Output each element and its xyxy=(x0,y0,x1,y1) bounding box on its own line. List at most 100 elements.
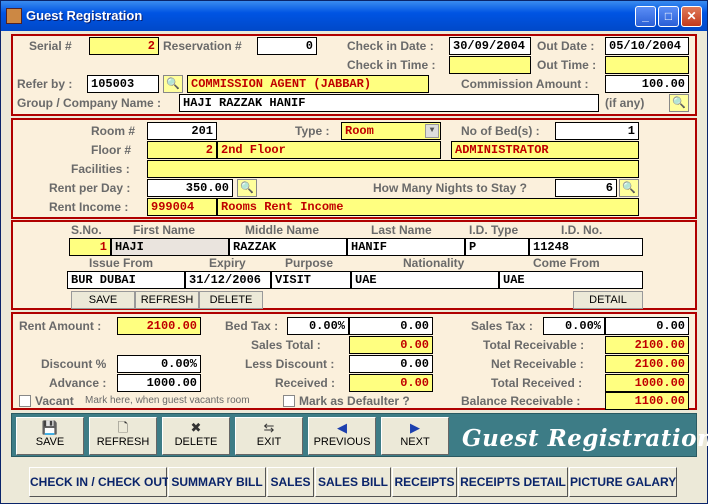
sales-tax-pct-field[interactable]: 0.00% xyxy=(543,317,605,335)
guest-middle-name-field[interactable]: RAZZAK xyxy=(229,238,347,256)
rent-income-name-field[interactable]: Rooms Rent Income xyxy=(217,198,639,216)
guest-purpose-field[interactable]: VISIT xyxy=(271,271,351,289)
serial-field[interactable]: 2 xyxy=(89,37,159,55)
reservation-field[interactable]: 0 xyxy=(257,37,317,55)
next-button-label: NEXT xyxy=(400,436,430,448)
exit-button[interactable]: ⇆ EXIT xyxy=(235,417,303,455)
maximize-button[interactable]: □ xyxy=(658,6,679,27)
header-id-type: I.D. Type xyxy=(469,223,519,237)
guest-details-panel: S.No. First Name Middle Name Last Name I… xyxy=(11,220,697,310)
refer-code-field[interactable]: 105003 xyxy=(87,75,159,93)
floor-name-field[interactable]: 2nd Floor xyxy=(217,141,441,159)
previous-button[interactable]: ◀ PREVIOUS xyxy=(308,417,376,455)
minimize-button[interactable]: _ xyxy=(635,6,656,27)
sales-tax-field[interactable]: 0.00 xyxy=(605,317,689,335)
save-button[interactable]: 💾 SAVE xyxy=(16,417,84,455)
checkin-date-label: Check in Date : xyxy=(347,39,434,53)
rent-income-label: Rent Income : xyxy=(49,200,129,214)
header-purpose: Purpose xyxy=(285,256,334,270)
group-search-icon[interactable]: 🔍 xyxy=(669,94,689,112)
guest-id-no-field[interactable]: 11248 xyxy=(529,238,643,256)
defaulter-checkbox[interactable] xyxy=(283,395,295,407)
refer-name-field[interactable]: COMMISSION AGENT (JABBAR) xyxy=(187,75,429,93)
type-label: Type : xyxy=(295,124,330,138)
tab-receipts-detail[interactable]: RECEIPTS DETAIL xyxy=(458,467,568,497)
floor-admin-field[interactable]: ADMINISTRATOR xyxy=(451,141,639,159)
guest-come-from-field[interactable]: UAE xyxy=(499,271,643,289)
chevron-down-icon[interactable]: ▼ xyxy=(425,124,439,138)
commission-field[interactable]: 100.00 xyxy=(605,75,689,93)
vacant-hint: Mark here, when guest vacants room xyxy=(85,395,250,406)
checkin-time-label: Check in Time : xyxy=(347,58,436,72)
discount-pct-field[interactable]: 0.00% xyxy=(117,355,201,373)
refer-search-icon[interactable]: 🔍 xyxy=(163,75,183,93)
rent-day-field[interactable]: 350.00 xyxy=(147,179,233,197)
vacant-checkbox[interactable] xyxy=(19,395,31,407)
group-field[interactable]: HAJI RAZZAK HANIF xyxy=(179,94,599,112)
floor-field[interactable]: 2 xyxy=(147,141,217,159)
guest-expiry-field[interactable]: 31/12/2006 xyxy=(185,271,271,289)
header-middle-name: Middle Name xyxy=(245,223,320,237)
next-button[interactable]: ▶ NEXT xyxy=(381,417,449,455)
tab-summary-bill[interactable]: SUMMARY BILL xyxy=(168,467,266,497)
beds-field[interactable]: 1 xyxy=(555,122,639,140)
exit-button-label: EXIT xyxy=(256,436,282,448)
balance-receivable-label: Balance Receivable : xyxy=(461,394,581,408)
defaulter-label: Mark as Defaulter ? xyxy=(299,394,410,408)
bed-tax-pct-field[interactable]: 0.00% xyxy=(287,317,349,335)
rent-search-icon[interactable]: 🔍 xyxy=(237,179,257,197)
type-value: Room xyxy=(345,124,374,138)
checkin-time-field[interactable] xyxy=(449,56,531,74)
sales-total-field[interactable]: 0.00 xyxy=(349,336,433,354)
refresh-button[interactable]: 🗋 REFRESH xyxy=(89,417,157,455)
header-issue-from: Issue From xyxy=(89,256,154,270)
out-date-field[interactable]: 05/10/2004 xyxy=(605,37,689,55)
guest-refresh-button[interactable]: REFRESH xyxy=(135,291,199,309)
guest-last-name-field[interactable]: HANIF xyxy=(347,238,465,256)
rent-day-label: Rent per Day : xyxy=(49,181,131,195)
app-icon xyxy=(6,8,22,24)
guest-save-button[interactable]: SAVE xyxy=(71,291,135,309)
guest-issue-from-field[interactable]: BUR DUBAI xyxy=(67,271,185,289)
net-receivable-field[interactable]: 2100.00 xyxy=(605,355,689,373)
out-time-field[interactable] xyxy=(605,56,689,74)
less-discount-field[interactable]: 0.00 xyxy=(349,355,433,373)
rent-income-code-field[interactable]: 999004 xyxy=(147,198,217,216)
received-field[interactable]: 0.00 xyxy=(349,374,433,392)
close-button[interactable]: ✕ xyxy=(681,6,702,27)
total-received-field[interactable]: 1000.00 xyxy=(605,374,689,392)
delete-x-icon: ✖ xyxy=(190,420,202,435)
nights-search-icon[interactable]: 🔍 xyxy=(619,179,639,197)
guest-sno-field[interactable]: 1 xyxy=(69,238,111,256)
detail-button[interactable]: DETAIL xyxy=(573,291,643,309)
balance-receivable-field[interactable]: 1100.00 xyxy=(605,392,689,410)
total-receivable-field[interactable]: 2100.00 xyxy=(605,336,689,354)
tab-sales[interactable]: SALES xyxy=(267,467,314,497)
tab-picture-galary[interactable]: PICTURE GALARY xyxy=(569,467,677,497)
bed-tax-field[interactable]: 0.00 xyxy=(349,317,433,335)
guest-nationality-field[interactable]: UAE xyxy=(351,271,499,289)
net-receivable-label: Net Receivable : xyxy=(491,357,584,371)
nights-field[interactable]: 6 xyxy=(555,179,617,197)
floor-label: Floor # xyxy=(91,143,132,157)
advance-field[interactable]: 1000.00 xyxy=(117,374,201,392)
nights-label: How Many Nights to Stay ? xyxy=(373,181,528,195)
checkin-date-field[interactable]: 30/09/2004 xyxy=(449,37,531,55)
type-select[interactable]: Room ▼ xyxy=(341,122,441,140)
guest-id-type-field[interactable]: P xyxy=(465,238,529,256)
room-label: Room # xyxy=(91,124,136,138)
refer-label: Refer by : xyxy=(17,77,73,91)
save-button-label: SAVE xyxy=(35,436,65,448)
tab-check-in-out[interactable]: CHECK IN / CHECK OUT xyxy=(29,467,169,497)
guest-first-name-field[interactable]: HAJI xyxy=(111,238,229,256)
commission-label: Commission Amount : xyxy=(461,77,589,91)
facilities-field[interactable] xyxy=(147,160,639,178)
tab-sales-bill[interactable]: SALES BILL xyxy=(315,467,391,497)
guest-delete-button[interactable]: DELETE xyxy=(199,291,263,309)
previous-button-label: PREVIOUS xyxy=(313,436,371,448)
rent-amount-field[interactable]: 2100.00 xyxy=(117,317,201,335)
vacant-label: Vacant xyxy=(35,394,74,408)
delete-button[interactable]: ✖ DELETE xyxy=(162,417,230,455)
tab-receipts[interactable]: RECEIPTS xyxy=(392,467,457,497)
room-field[interactable]: 201 xyxy=(147,122,217,140)
